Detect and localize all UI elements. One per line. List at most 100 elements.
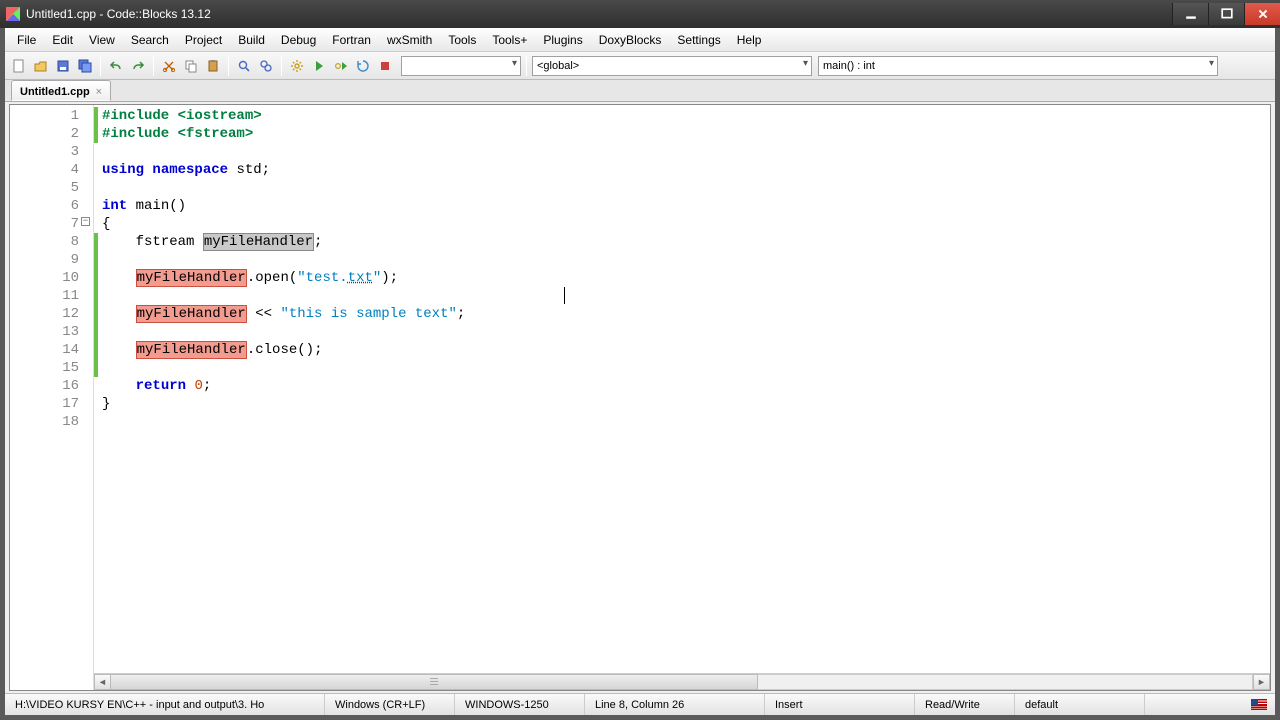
rebuild-button[interactable] xyxy=(353,56,373,76)
statusbar: H:\VIDEO KURSY EN\C++ - input and output… xyxy=(5,693,1275,715)
scope-combo[interactable]: <global> xyxy=(532,56,812,76)
code-line: #include <fstream> xyxy=(94,125,1270,143)
save-all-button[interactable] xyxy=(75,56,95,76)
menu-view[interactable]: View xyxy=(81,29,123,51)
code-line xyxy=(94,323,1270,341)
maximize-button[interactable] xyxy=(1208,3,1244,25)
paste-icon xyxy=(206,59,220,73)
new-file-button[interactable] xyxy=(9,56,29,76)
scroll-thumb[interactable] xyxy=(111,674,758,690)
status-profile: default xyxy=(1015,694,1145,715)
open-icon xyxy=(34,59,48,73)
status-filepath: H:\VIDEO KURSY EN\C++ - input and output… xyxy=(5,694,325,715)
status-encoding: WINDOWS-1250 xyxy=(455,694,585,715)
find-button[interactable] xyxy=(234,56,254,76)
menu-project[interactable]: Project xyxy=(177,29,230,51)
close-button[interactable] xyxy=(1244,3,1280,25)
scroll-left-arrow[interactable]: ◂ xyxy=(94,674,111,690)
undo-icon xyxy=(109,59,123,73)
code-line: #include <iostream> xyxy=(94,107,1270,125)
new-file-icon xyxy=(12,59,26,73)
fold-column: − xyxy=(81,105,93,690)
symbol-combo[interactable]: main() : int xyxy=(818,56,1218,76)
replace-icon xyxy=(259,59,273,73)
separator xyxy=(100,56,101,76)
language-flag-icon[interactable] xyxy=(1251,699,1267,710)
gear-icon xyxy=(290,59,304,73)
scroll-right-arrow[interactable]: ▸ xyxy=(1253,674,1270,690)
menu-file[interactable]: File xyxy=(9,29,44,51)
editor[interactable]: 1 2 3 4 5 6 7 8 9 10 11 12 13 14 15 16 1… xyxy=(9,104,1271,691)
save-all-icon xyxy=(78,59,92,73)
tab-close-icon[interactable]: × xyxy=(96,86,102,98)
close-icon xyxy=(1257,8,1269,20)
code-line: { xyxy=(94,215,1270,233)
find-icon xyxy=(237,59,251,73)
window-title: Untitled1.cpp - Code::Blocks 13.12 xyxy=(26,7,211,21)
status-eol: Windows (CR+LF) xyxy=(325,694,455,715)
document-tabs: Untitled1.cpp × xyxy=(5,80,1275,102)
menu-tools[interactable]: Tools xyxy=(440,29,484,51)
minimize-button[interactable] xyxy=(1172,3,1208,25)
code-line xyxy=(94,359,1270,377)
menu-search[interactable]: Search xyxy=(123,29,177,51)
code-line xyxy=(94,413,1270,431)
code-area[interactable]: #include <iostream> #include <fstream> u… xyxy=(94,105,1270,690)
replace-button[interactable] xyxy=(256,56,276,76)
titlebar: Untitled1.cpp - Code::Blocks 13.12 xyxy=(0,0,1280,28)
build-run-button[interactable] xyxy=(331,56,351,76)
build-run-icon xyxy=(334,59,348,73)
toolbar: <global> main() : int xyxy=(5,52,1275,80)
save-button[interactable] xyxy=(53,56,73,76)
horizontal-scrollbar[interactable]: ◂ ▸ xyxy=(94,673,1270,690)
paste-button[interactable] xyxy=(203,56,223,76)
code-line: myFileHandler << "this is sample text"; xyxy=(94,305,1270,323)
menu-help[interactable]: Help xyxy=(729,29,770,51)
menu-edit[interactable]: Edit xyxy=(44,29,81,51)
menubar[interactable]: File Edit View Search Project Build Debu… xyxy=(5,28,1275,52)
code-line: myFileHandler.open("test.txt"); xyxy=(94,269,1270,287)
line-gutter: 1 2 3 4 5 6 7 8 9 10 11 12 13 14 15 16 1… xyxy=(10,105,94,690)
document-tab[interactable]: Untitled1.cpp × xyxy=(11,80,111,101)
menu-doxy[interactable]: DoxyBlocks xyxy=(591,29,670,51)
abort-button[interactable] xyxy=(375,56,395,76)
code-line: return 0; xyxy=(94,377,1270,395)
redo-button[interactable] xyxy=(128,56,148,76)
status-insert-mode: Insert xyxy=(765,694,915,715)
abort-icon xyxy=(378,59,392,73)
menu-fortran[interactable]: Fortran xyxy=(324,29,379,51)
build-button[interactable] xyxy=(287,56,307,76)
save-icon xyxy=(56,59,70,73)
code-line: using namespace std; xyxy=(94,161,1270,179)
menu-debug[interactable]: Debug xyxy=(273,29,324,51)
code-line: myFileHandler.close(); xyxy=(94,341,1270,359)
redo-icon xyxy=(131,59,145,73)
target-combo[interactable] xyxy=(401,56,521,76)
scroll-track[interactable] xyxy=(758,674,1253,690)
menu-wxsmith[interactable]: wxSmith xyxy=(379,29,440,51)
separator xyxy=(526,56,527,76)
separator xyxy=(153,56,154,76)
minimize-icon xyxy=(1185,8,1197,20)
menu-toolsp[interactable]: Tools+ xyxy=(484,29,535,51)
fold-toggle[interactable]: − xyxy=(81,217,90,226)
open-button[interactable] xyxy=(31,56,51,76)
menu-settings[interactable]: Settings xyxy=(669,29,728,51)
main-frame: File Edit View Search Project Build Debu… xyxy=(0,28,1280,720)
code-line xyxy=(94,179,1270,197)
run-button[interactable] xyxy=(309,56,329,76)
rebuild-icon xyxy=(356,59,370,73)
maximize-icon xyxy=(1221,8,1233,20)
copy-icon xyxy=(184,59,198,73)
window-controls xyxy=(1172,3,1280,25)
menu-plugins[interactable]: Plugins xyxy=(535,29,590,51)
copy-button[interactable] xyxy=(181,56,201,76)
code-line xyxy=(94,251,1270,269)
cut-button[interactable] xyxy=(159,56,179,76)
separator xyxy=(228,56,229,76)
code-line: } xyxy=(94,395,1270,413)
separator xyxy=(281,56,282,76)
undo-button[interactable] xyxy=(106,56,126,76)
code-line xyxy=(94,287,1270,305)
menu-build[interactable]: Build xyxy=(230,29,273,51)
